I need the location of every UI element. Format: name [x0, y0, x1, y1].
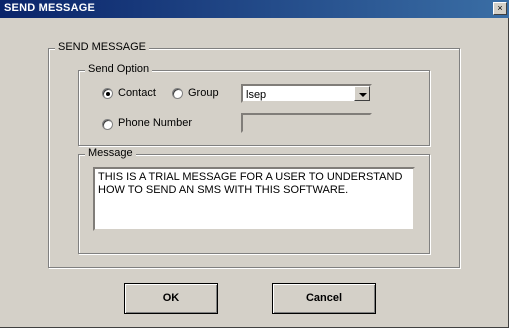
group-radio[interactable]: [172, 88, 183, 99]
send-option-group: Send Option: [78, 63, 430, 146]
contact-radio[interactable]: [102, 88, 113, 99]
send-message-window: SEND MESSAGE × SEND MESSAGE Send Option …: [0, 0, 509, 328]
contact-group-dropdown[interactable]: lsep: [241, 84, 372, 103]
group-label: Group: [188, 87, 219, 99]
phone-number-label: Phone Number: [118, 117, 192, 129]
dropdown-value: lsep: [246, 89, 267, 101]
ok-button[interactable]: OK: [124, 283, 218, 314]
message-textarea[interactable]: THIS IS A TRIAL MESSAGE FOR A USER TO UN…: [93, 167, 415, 231]
cancel-button[interactable]: Cancel: [272, 283, 376, 314]
window-title: SEND MESSAGE: [4, 2, 96, 14]
phone-number-radio[interactable]: [102, 119, 113, 130]
message-legend: Message: [85, 147, 136, 159]
phone-number-field[interactable]: [241, 113, 372, 133]
send-option-legend: Send Option: [85, 63, 153, 75]
send-message-group-legend: SEND MESSAGE: [55, 41, 150, 53]
close-icon[interactable]: ×: [493, 2, 507, 15]
chevron-down-icon[interactable]: [354, 86, 370, 101]
contact-label: Contact: [118, 87, 156, 99]
title-bar: SEND MESSAGE ×: [0, 0, 509, 18]
